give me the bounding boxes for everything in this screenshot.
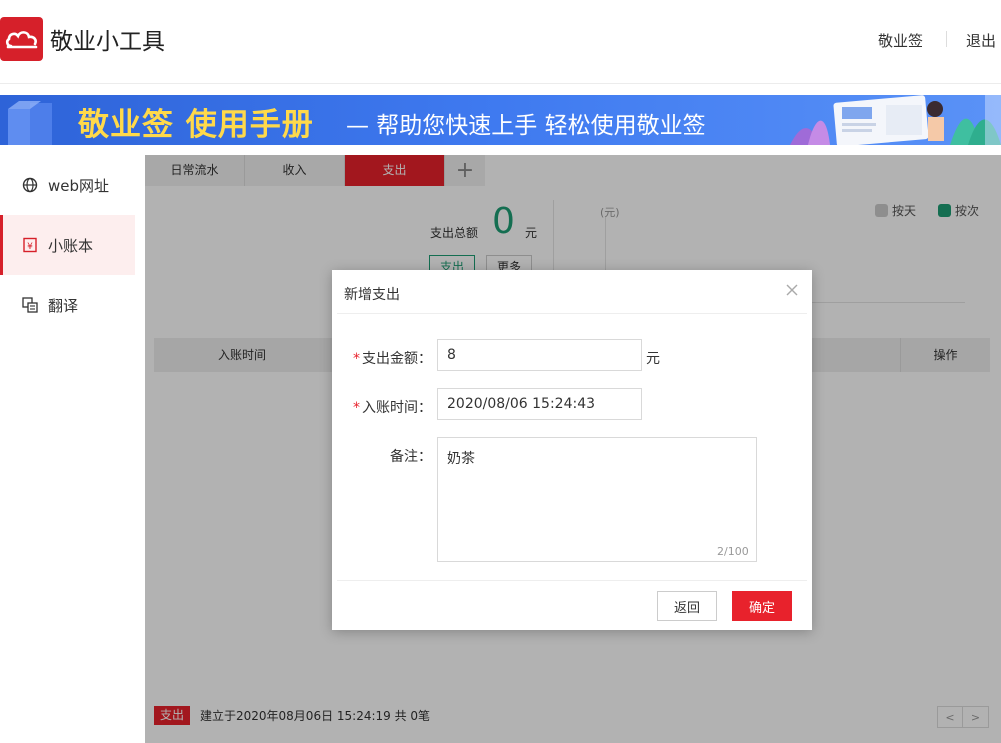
app-header: 敬业小工具 敬业签 退出 — [0, 0, 1001, 84]
dialog-title: 新增支出 — [344, 287, 400, 303]
confirm-button[interactable]: 确定 — [732, 591, 792, 621]
required-mark: * — [353, 351, 360, 367]
ledger-icon: ¥ — [22, 237, 38, 253]
required-mark: * — [353, 400, 360, 416]
sidebar-item-web[interactable]: web网址 — [0, 155, 135, 215]
entry-time-input[interactable] — [437, 388, 642, 420]
close-icon[interactable] — [784, 282, 800, 298]
note-char-counter: 2/100 — [717, 545, 749, 558]
dialog-header-divider — [337, 313, 807, 314]
logout-link[interactable]: 退出 — [966, 30, 996, 51]
sidebar-item-ledger[interactable]: ¥ 小账本 — [0, 215, 135, 275]
translate-icon — [22, 297, 38, 313]
back-button[interactable]: 返回 — [657, 591, 717, 621]
svg-text:¥: ¥ — [27, 242, 33, 252]
entry-time-label: * 入账时间： — [332, 397, 432, 417]
sidebar-item-label: 小账本 — [48, 236, 94, 255]
amount-label-text: 支出金额： — [362, 351, 432, 367]
note-textarea[interactable]: 奶茶 — [437, 437, 757, 562]
amount-unit: 元 — [646, 351, 660, 367]
sidebar-item-label: web网址 — [48, 176, 110, 195]
app-logo[interactable] — [0, 17, 43, 61]
entry-time-label-text: 入账时间： — [362, 400, 432, 416]
amount-input[interactable] — [437, 339, 642, 371]
cloud-logo-icon — [5, 31, 37, 49]
jingyeqian-link[interactable]: 敬业签 — [878, 30, 923, 51]
app-title: 敬业小工具 — [50, 29, 165, 55]
sidebar-item-translate[interactable]: 翻译 — [0, 275, 135, 335]
dialog-footer-divider — [337, 580, 807, 581]
note-label: 备注： — [390, 449, 432, 465]
sidebar-item-label: 翻译 — [48, 296, 79, 315]
add-expense-dialog: 新增支出 *支出金额： 元 *入账时间： 备注： 奶茶 2/100 返回 确定 — [332, 270, 812, 630]
globe-icon — [22, 177, 38, 193]
amount-label: * 支出金额： — [332, 348, 432, 368]
header-divider — [946, 31, 947, 47]
reading-girl-illustration-icon — [790, 95, 1001, 145]
banner-title: 敬业签 使用手册 — [78, 107, 314, 143]
sidebar: web网址 ¥ 小账本 翻译 — [0, 155, 135, 743]
manual-banner[interactable]: 敬业签 使用手册 — 帮助您快速上手 轻松使用敬业签 — [0, 95, 1001, 145]
cube-decoration-icon — [8, 101, 52, 145]
banner-subtitle: — 帮助您快速上手 轻松使用敬业签 — [346, 113, 706, 139]
